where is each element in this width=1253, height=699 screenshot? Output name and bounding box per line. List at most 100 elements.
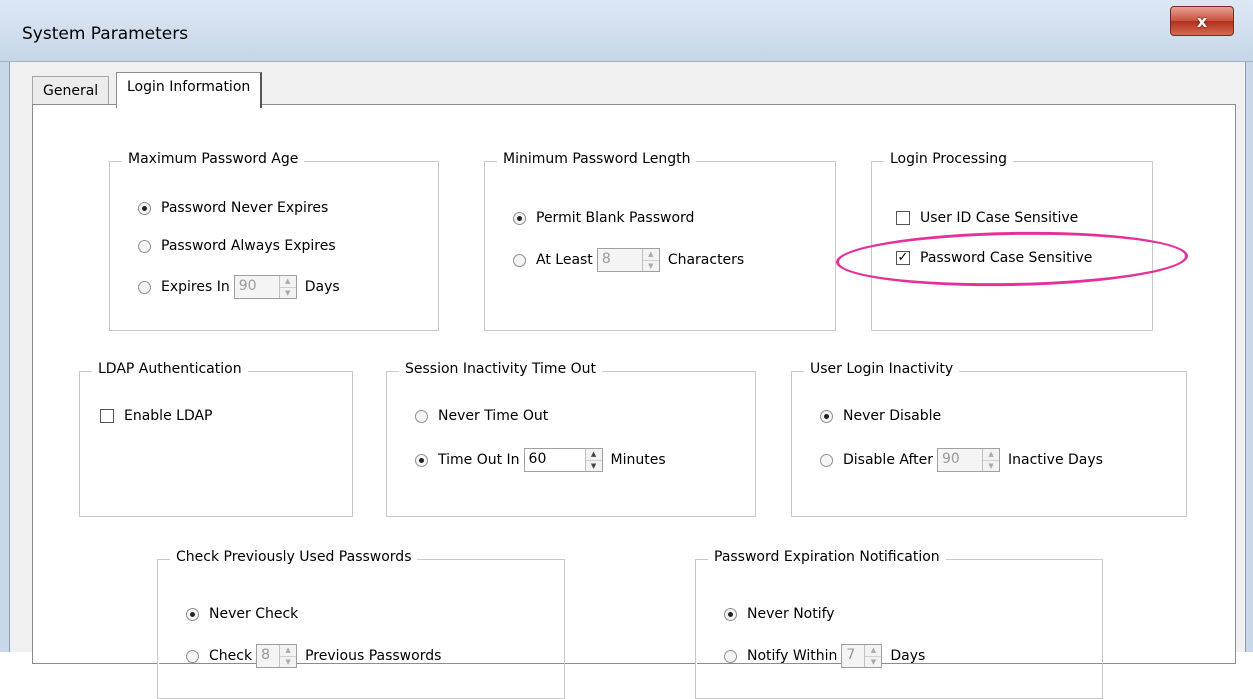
radio-button[interactable]: [186, 649, 199, 663]
option-expires-in[interactable]: Expires In 90 ▲ ▼ Days: [138, 275, 340, 299]
radio-button[interactable]: [186, 607, 199, 621]
min-length-spinner[interactable]: 8 ▲ ▼: [596, 248, 660, 272]
unit-label: Inactive Days: [1008, 452, 1103, 468]
expires-days-spinner[interactable]: 90 ▲ ▼: [233, 275, 297, 299]
arrow-up-icon[interactable]: ▲: [865, 645, 882, 657]
group-legend: User Login Inactivity: [804, 361, 960, 377]
option-label: Disable After: [843, 452, 934, 468]
group-ldap-authentication: LDAP Authentication Enable LDAP: [79, 361, 353, 517]
option-notify-within[interactable]: Notify Within 7 ▲ ▼ Days: [724, 644, 925, 668]
spinner-arrows[interactable]: ▲ ▼: [278, 276, 296, 298]
spinner-arrows[interactable]: ▲ ▼: [982, 449, 1000, 471]
title-bar[interactable]: System Parameters x: [0, 0, 1253, 62]
arrow-down-icon[interactable]: ▼: [642, 260, 659, 271]
arrow-down-icon[interactable]: ▼: [280, 656, 297, 667]
tab-login-information[interactable]: Login Information: [116, 72, 263, 108]
radio-button[interactable]: [415, 409, 428, 423]
group-password-expiration-notification: Password Expiration Notification Never N…: [695, 549, 1103, 699]
arrow-down-icon[interactable]: ▼: [585, 460, 602, 471]
arrow-up-icon[interactable]: ▲: [585, 449, 602, 461]
option-label: Permit Blank Password: [536, 210, 695, 226]
group-user-login-inactivity: User Login Inactivity Never Disable Disa…: [791, 361, 1187, 517]
radio-button[interactable]: [513, 253, 526, 267]
option-never-time-out[interactable]: Never Time Out: [415, 408, 548, 424]
unit-label: Characters: [667, 252, 745, 268]
radio-button[interactable]: [415, 453, 428, 467]
arrow-up-icon[interactable]: ▲: [983, 449, 1000, 461]
spinner-value[interactable]: 90: [235, 276, 279, 298]
option-never-notify[interactable]: Never Notify: [724, 606, 835, 622]
option-enable-ldap[interactable]: Enable LDAP: [100, 408, 213, 424]
option-label: Never Check: [209, 606, 299, 622]
arrow-up-icon[interactable]: ▲: [280, 645, 297, 657]
close-icon: x: [1196, 11, 1208, 31]
option-password-case-sensitive[interactable]: ✓ Password Case Sensitive: [896, 250, 1092, 266]
group-minimum-password-length: Minimum Password Length Permit Blank Pas…: [484, 151, 836, 331]
radio-button[interactable]: [724, 649, 737, 663]
option-at-least[interactable]: At Least 8 ▲ ▼ Characters: [513, 248, 744, 272]
radio-button[interactable]: [138, 201, 151, 215]
option-never-check[interactable]: Never Check: [186, 606, 298, 622]
spinner-value[interactable]: 7: [842, 645, 864, 667]
spinner-arrows[interactable]: ▲ ▼: [641, 249, 659, 271]
option-never-expires[interactable]: Password Never Expires: [138, 200, 328, 216]
unit-label: Days: [890, 648, 926, 664]
radio-button[interactable]: [138, 239, 151, 253]
spinner-arrows[interactable]: ▲ ▼: [279, 645, 297, 667]
close-button[interactable]: x: [1170, 6, 1234, 36]
spinner-value[interactable]: 8: [598, 249, 642, 271]
checkbox[interactable]: [100, 409, 114, 423]
radio-button[interactable]: [513, 211, 526, 225]
option-time-out-in[interactable]: Time Out In 60 ▲ ▼ Minutes: [415, 448, 666, 472]
group-login-processing: Login Processing User ID Case Sensitive …: [871, 151, 1153, 331]
timeout-minutes-spinner[interactable]: 60 ▲ ▼: [523, 448, 603, 472]
option-label: Never Disable: [843, 408, 942, 424]
group-legend: Check Previously Used Passwords: [170, 549, 418, 565]
group-check-previously-used-passwords: Check Previously Used Passwords Never Ch…: [157, 549, 565, 699]
disable-after-spinner[interactable]: 90 ▲ ▼: [937, 448, 1001, 472]
spinner-value[interactable]: 60: [525, 449, 585, 471]
group-legend: LDAP Authentication: [92, 361, 248, 377]
option-label: Never Time Out: [438, 408, 549, 424]
radio-button[interactable]: [724, 607, 737, 621]
option-label: At Least: [536, 252, 593, 268]
spinner-value[interactable]: 8: [257, 645, 279, 667]
spinner-value[interactable]: 90: [938, 449, 982, 471]
option-check-previous[interactable]: Check 8 ▲ ▼ Previous Passwords: [186, 644, 441, 668]
window-frame: System Parameters x General Login Inform…: [0, 0, 1253, 699]
unit-label: Previous Passwords: [305, 648, 442, 664]
option-permit-blank[interactable]: Permit Blank Password: [513, 210, 694, 226]
notify-days-spinner[interactable]: 7 ▲ ▼: [841, 644, 883, 668]
arrow-down-icon[interactable]: ▼: [279, 287, 296, 298]
option-user-id-case-sensitive[interactable]: User ID Case Sensitive: [896, 210, 1078, 226]
option-never-disable[interactable]: Never Disable: [820, 408, 941, 424]
group-legend: Maximum Password Age: [122, 151, 305, 167]
group-session-inactivity-time-out: Session Inactivity Time Out Never Time O…: [386, 361, 756, 517]
radio-button[interactable]: [138, 280, 151, 294]
option-label: User ID Case Sensitive: [920, 210, 1079, 226]
group-legend: Login Processing: [884, 151, 1013, 167]
group-legend: Password Expiration Notification: [708, 549, 946, 565]
group-maximum-password-age: Maximum Password Age Password Never Expi…: [109, 151, 439, 331]
option-label: Time Out In: [438, 452, 520, 468]
spinner-arrows[interactable]: ▲ ▼: [584, 449, 602, 471]
option-disable-after[interactable]: Disable After 90 ▲ ▼ Inactive Days: [820, 448, 1103, 472]
unit-label: Minutes: [610, 452, 666, 468]
tab-general[interactable]: General: [32, 76, 110, 106]
previous-passwords-spinner[interactable]: 8 ▲ ▼: [256, 644, 298, 668]
group-legend: Minimum Password Length: [497, 151, 697, 167]
radio-button[interactable]: [820, 453, 833, 467]
checkbox[interactable]: [896, 211, 910, 225]
checkbox-checked[interactable]: ✓: [896, 251, 910, 265]
radio-button[interactable]: [820, 409, 833, 423]
arrow-down-icon[interactable]: ▼: [865, 656, 882, 667]
arrow-down-icon[interactable]: ▼: [983, 460, 1000, 471]
arrow-up-icon[interactable]: ▲: [279, 276, 296, 288]
option-label: Expires In: [161, 279, 230, 295]
group-legend: Session Inactivity Time Out: [399, 361, 603, 377]
spinner-arrows[interactable]: ▲ ▼: [864, 645, 882, 667]
window-title: System Parameters: [22, 24, 189, 44]
arrow-up-icon[interactable]: ▲: [642, 249, 659, 261]
option-always-expires[interactable]: Password Always Expires: [138, 238, 336, 254]
option-label: Never Notify: [747, 606, 835, 622]
